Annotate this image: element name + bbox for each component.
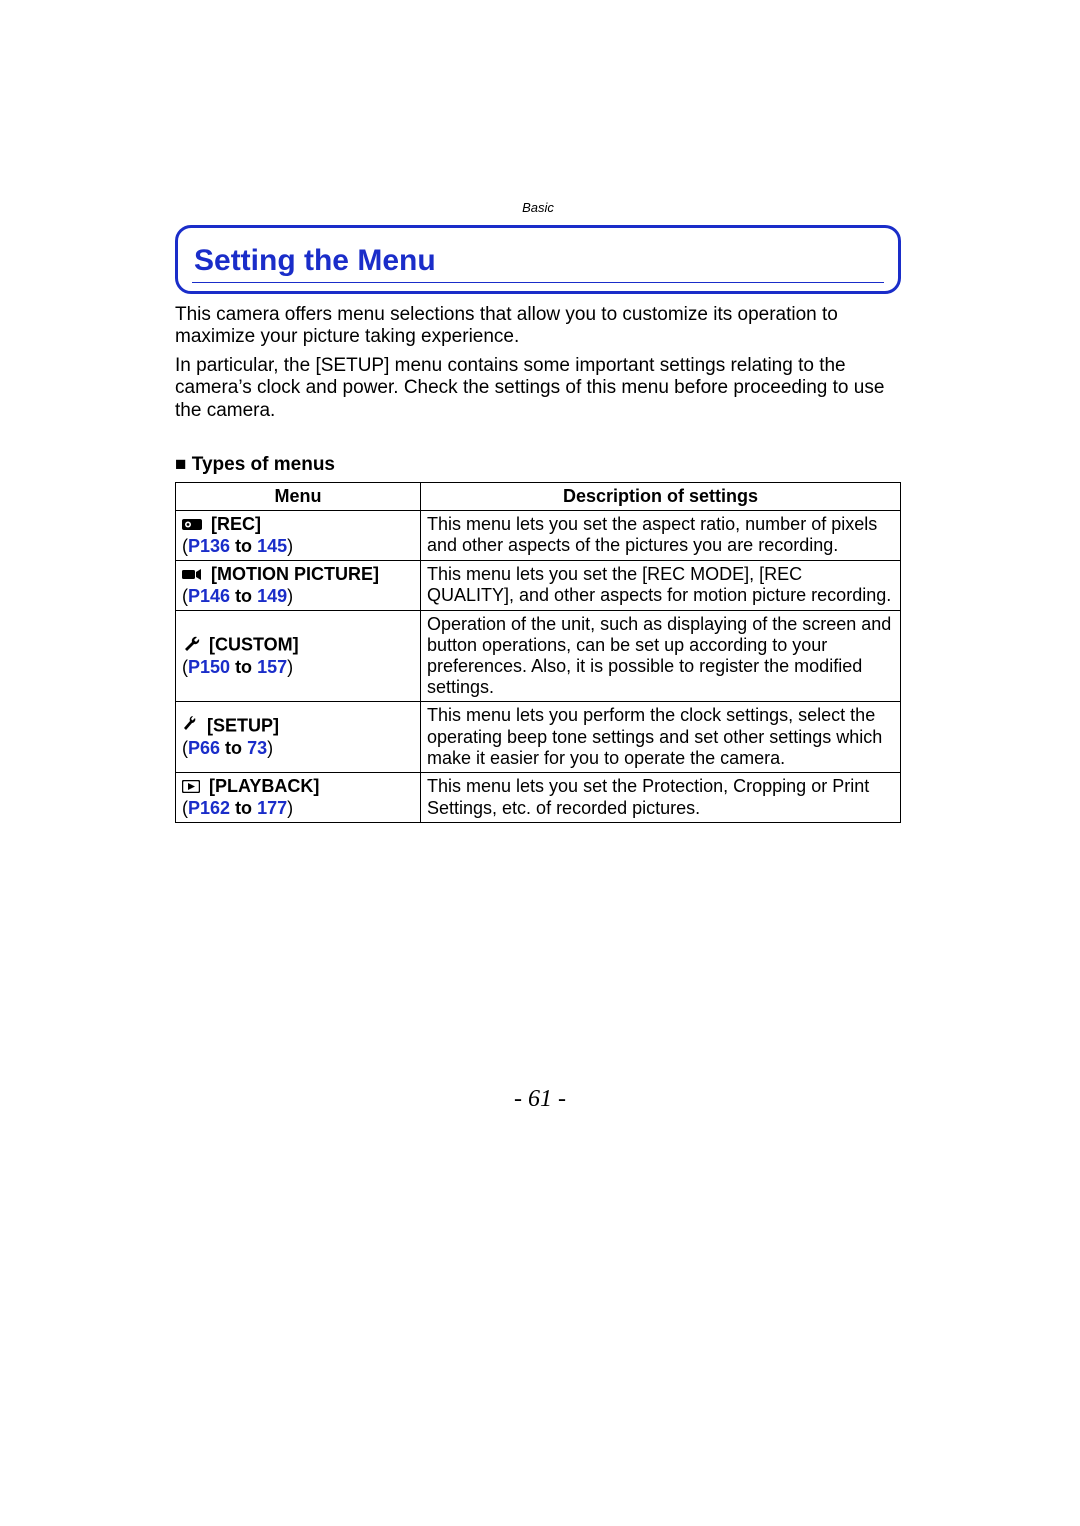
col-header-description: Description of settings bbox=[421, 483, 901, 511]
page-start: (P150 bbox=[182, 657, 230, 677]
page-to-word: to bbox=[235, 536, 252, 556]
page-start: (P162 bbox=[182, 798, 230, 818]
page-link[interactable]: P162 bbox=[188, 798, 230, 818]
page-to-word: to bbox=[225, 738, 242, 758]
page-link[interactable]: P136 bbox=[188, 536, 230, 556]
menu-name: [REC] bbox=[211, 514, 261, 534]
page-start: (P136 bbox=[182, 536, 230, 556]
page-to-word: to bbox=[235, 657, 252, 677]
menu-description: Operation of the unit, such as displayin… bbox=[421, 610, 901, 702]
menu-description: This menu lets you set the [REC MODE], [… bbox=[421, 560, 901, 610]
page-link[interactable]: 157 bbox=[257, 657, 287, 677]
table-row: [REC] (P136 to 145) This menu lets you s… bbox=[176, 511, 901, 561]
page-end: 177) bbox=[257, 798, 293, 818]
page-end: 73) bbox=[247, 738, 273, 758]
camera-icon bbox=[182, 515, 202, 536]
page-link[interactable]: 145 bbox=[257, 536, 287, 556]
table-row: [SETUP] (P66 to 73) This menu lets you p… bbox=[176, 702, 901, 773]
playback-icon bbox=[182, 777, 200, 798]
menu-table: Menu Description of settings [REC] bbox=[175, 482, 901, 823]
page-end: 157) bbox=[257, 657, 293, 677]
page-start: (P146 bbox=[182, 586, 230, 606]
page-content: Basic Setting the Menu This camera offer… bbox=[175, 200, 901, 823]
table-row: [CUSTOM] (P150 to 157) Operation of the … bbox=[176, 610, 901, 702]
menu-description: This menu lets you perform the clock set… bbox=[421, 702, 901, 773]
title-box: Setting the Menu bbox=[175, 225, 901, 294]
table-row: [MOTION PICTURE] (P146 to 149) This menu… bbox=[176, 560, 901, 610]
menu-name: [SETUP] bbox=[207, 716, 279, 736]
page-link[interactable]: 149 bbox=[257, 586, 287, 606]
spanner-icon bbox=[182, 715, 198, 738]
table-row: [PLAYBACK] (P162 to 177) This menu lets … bbox=[176, 773, 901, 823]
page-link[interactable]: P66 bbox=[188, 738, 220, 758]
page-link[interactable]: P146 bbox=[188, 586, 230, 606]
page-link[interactable]: 177 bbox=[257, 798, 287, 818]
menu-description: This menu lets you set the aspect ratio,… bbox=[421, 511, 901, 561]
menu-name: [CUSTOM] bbox=[209, 634, 299, 654]
page-to-word: to bbox=[235, 798, 252, 818]
intro-paragraph-2: In particular, the [SETUP] menu contains… bbox=[175, 355, 901, 422]
page-to-word: to bbox=[235, 586, 252, 606]
menu-name: [PLAYBACK] bbox=[209, 776, 319, 796]
types-of-menus-heading: Types of menus bbox=[175, 454, 901, 476]
col-header-menu: Menu bbox=[176, 483, 421, 511]
wrench-icon bbox=[182, 634, 200, 657]
page-title: Setting the Menu bbox=[192, 238, 884, 283]
page-link[interactable]: P150 bbox=[188, 657, 230, 677]
page-link[interactable]: 73 bbox=[247, 738, 267, 758]
page-start: (P66 bbox=[182, 738, 220, 758]
section-label: Basic bbox=[175, 200, 901, 225]
intro-paragraph-1: This camera offers menu selections that … bbox=[175, 304, 901, 349]
page-end: 145) bbox=[257, 536, 293, 556]
video-icon bbox=[182, 565, 202, 586]
menu-description: This menu lets you set the Protection, C… bbox=[421, 773, 901, 823]
menu-name: [MOTION PICTURE] bbox=[211, 564, 379, 584]
page-end: 149) bbox=[257, 586, 293, 606]
page-number: - 61 - bbox=[0, 1086, 1080, 1113]
